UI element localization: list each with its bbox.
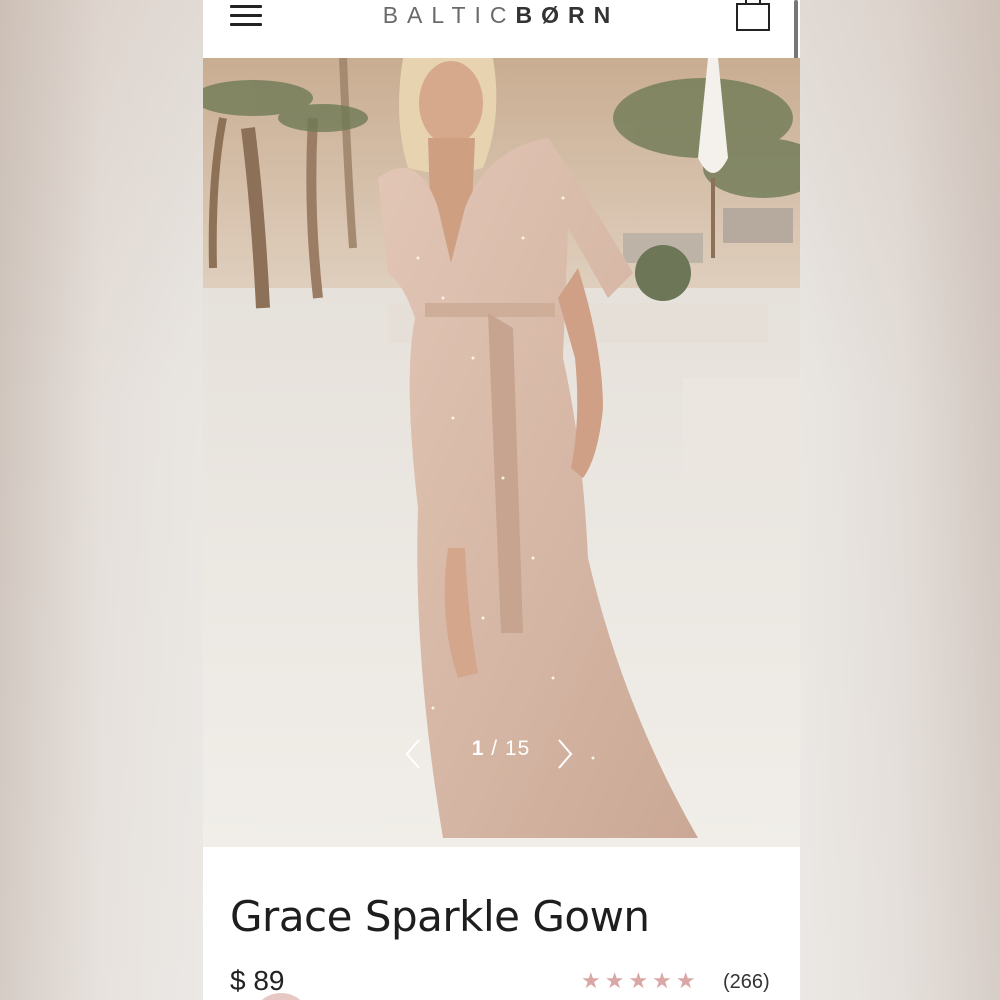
- product-info: Grace Sparkle Gown $ 89 ★★★★★ (266): [203, 847, 800, 1000]
- product-price: $ 89: [230, 965, 285, 996]
- brand-logo-text: BALTIC: [382, 2, 516, 28]
- product-photo: [203, 58, 800, 847]
- site-header: BALTICBØRN: [203, 0, 800, 90]
- brand-logo[interactable]: BALTICBØRN: [331, 2, 671, 29]
- image-counter-separator: /: [484, 737, 505, 760]
- review-count[interactable]: (266): [723, 971, 770, 994]
- chevron-right-icon[interactable]: [553, 738, 577, 770]
- chevron-left-icon[interactable]: [401, 738, 425, 770]
- image-counter-current: 1: [471, 737, 485, 760]
- image-counter-total: 15: [504, 737, 531, 760]
- brand-logo-suffix: BØRN: [515, 2, 620, 28]
- shopping-bag-icon[interactable]: [735, 0, 771, 34]
- rating-stars[interactable]: ★★★★★: [581, 968, 700, 994]
- product-image[interactable]: 1 / 15: [203, 58, 800, 847]
- hamburger-menu-icon[interactable]: [230, 3, 262, 27]
- product-title: Grace Sparkle Gown: [230, 892, 650, 941]
- phone-screen: BALTICBØRN 1 / 15 Grace Sparkle Gown $ 8…: [203, 0, 800, 1000]
- image-counter: 1 / 15: [461, 737, 541, 761]
